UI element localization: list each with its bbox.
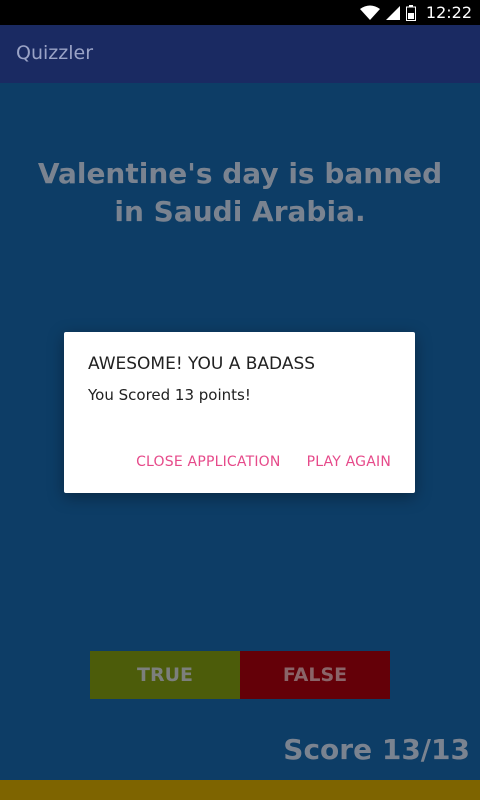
answer-buttons: TRUE FALSE bbox=[90, 651, 390, 699]
question-text: Valentine's day is banned in Saudi Arabi… bbox=[37, 157, 443, 228]
battery-icon bbox=[405, 4, 416, 21]
progress-bar bbox=[0, 780, 480, 800]
wifi-icon bbox=[359, 5, 380, 21]
dialog-title: AWESOME! YOU A BADASS bbox=[88, 354, 316, 374]
status-bar: 12:22 bbox=[0, 0, 480, 25]
app-title: Quizzler bbox=[16, 42, 94, 64]
false-button[interactable]: FALSE bbox=[240, 651, 390, 699]
dialog-actions: CLOSE APPLICATION PLAY AGAIN bbox=[136, 454, 391, 470]
result-dialog: AWESOME! YOU A BADASS You Scored 13 poin… bbox=[64, 332, 415, 493]
close-application-button[interactable]: CLOSE APPLICATION bbox=[136, 454, 281, 470]
play-again-button[interactable]: PLAY AGAIN bbox=[307, 454, 391, 470]
signal-icon bbox=[385, 5, 400, 21]
app-bar: Quizzler bbox=[0, 25, 480, 83]
score-label: Score 13/13 bbox=[283, 733, 470, 766]
true-button[interactable]: TRUE bbox=[90, 651, 240, 699]
dialog-message: You Scored 13 points! bbox=[88, 386, 251, 404]
status-time: 12:22 bbox=[425, 3, 472, 22]
